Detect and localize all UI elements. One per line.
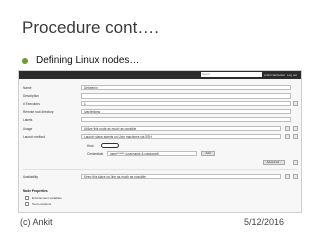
form-row-remote-root: Remote root directory /var/jenkins	[23, 109, 299, 115]
field-label: Name	[23, 86, 32, 90]
bullet-dot-icon	[22, 57, 28, 64]
field-label: Credentials	[87, 152, 104, 156]
divider	[23, 169, 297, 170]
chevron-down-icon[interactable]	[285, 126, 290, 131]
name-field[interactable]: Debeenin	[81, 85, 291, 90]
form-row-launch-method: Launch method Launch slave agents on Uni…	[23, 134, 299, 140]
form-row-advanced: Advanced...	[23, 160, 299, 166]
help-icon[interactable]	[293, 160, 298, 165]
logout-link[interactable]: Log out	[287, 71, 297, 79]
bullet-text: Defining Linux nodes…	[36, 55, 140, 66]
jenkins-node-config-screenshot: Search Ankit Nakhotkar Log out Name Debe…	[18, 70, 302, 213]
field-label: Labels	[23, 118, 33, 122]
credentials-select[interactable]: user/****** (username & password)	[107, 151, 197, 156]
help-icon[interactable]	[293, 134, 298, 139]
availability-select[interactable]: Keep this slave on-line as much as possi…	[81, 174, 281, 179]
chevron-down-icon[interactable]	[285, 134, 290, 139]
labels-field[interactable]	[81, 117, 291, 122]
form-row-usage: Usage Utilize this node as much as possi…	[23, 126, 299, 132]
search-input[interactable]: Search	[201, 72, 262, 77]
field-label: # Executors	[23, 102, 40, 106]
field-label: Availability	[23, 175, 39, 179]
launch-method-select[interactable]: Launch slave agents on Unix machines via…	[81, 134, 281, 139]
form-row-labels: Labels	[23, 117, 299, 123]
node-properties-heading: Node Properties	[23, 189, 48, 193]
form-row-name: Name Debeenin	[23, 85, 299, 91]
form-row-credentials: Credentials user/****** (username & pass…	[23, 151, 299, 157]
chevron-down-icon[interactable]	[285, 174, 290, 179]
form-row-executors: # Executors 1	[23, 101, 299, 107]
field-label: Description	[23, 94, 39, 98]
bullet-point: Defining Linux nodes…	[22, 55, 139, 66]
host-field[interactable]	[101, 143, 119, 148]
form-row-availability: Availability Keep this slave on-line as …	[23, 174, 299, 180]
field-label: Remote root directory	[23, 110, 54, 114]
field-label: Usage	[23, 127, 33, 131]
field-label: Launch method	[23, 135, 45, 139]
top-bar: Search Ankit Nakhotkar Log out	[19, 71, 301, 79]
environment-variables-checkbox[interactable]	[25, 196, 29, 200]
advanced-button[interactable]: Advanced...	[263, 160, 285, 165]
executors-field[interactable]: 1	[81, 101, 291, 106]
slide-title: Procedure cont….	[22, 18, 160, 37]
checkbox-label: Environment variables	[32, 196, 62, 200]
help-icon[interactable]	[293, 101, 298, 106]
description-field[interactable]	[81, 93, 291, 99]
help-icon[interactable]	[293, 126, 298, 131]
footer-date: 5/12/2016	[244, 217, 285, 227]
usage-select[interactable]: Utilize this node as much as possible	[81, 126, 281, 131]
user-link[interactable]: Ankit Nakhotkar	[264, 71, 285, 79]
tool-locations-checkbox[interactable]	[25, 202, 29, 206]
form-row-description: Description	[23, 93, 299, 99]
help-icon[interactable]	[293, 174, 298, 179]
checkbox-label: Tool Locations	[32, 202, 52, 206]
form-row-host: Host	[23, 143, 299, 149]
footer-author: (c) Ankit	[20, 217, 53, 227]
remote-root-field[interactable]: /var/jenkins	[81, 109, 291, 114]
add-credentials-button[interactable]: Add	[201, 151, 215, 156]
